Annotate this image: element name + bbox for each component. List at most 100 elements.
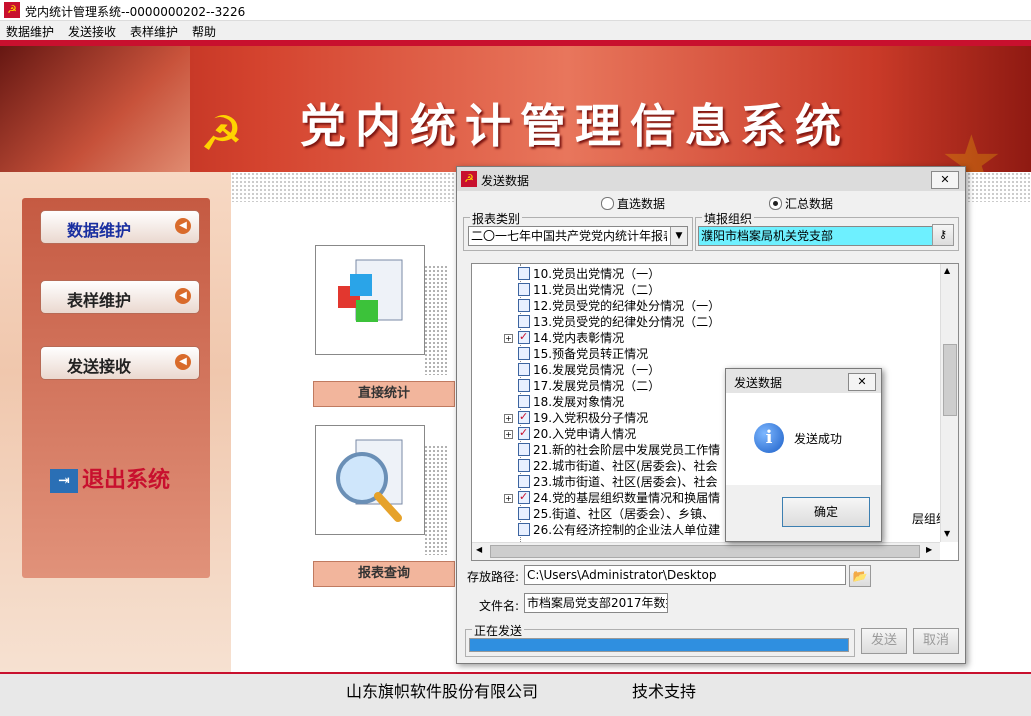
tile-shadow — [424, 265, 448, 375]
tree-checkbox[interactable] — [518, 315, 530, 328]
direct-statistics-button[interactable]: 直接统计 — [313, 381, 455, 407]
tile-shadow — [424, 445, 448, 555]
tree-item[interactable]: 17.发展党员情况（二） — [518, 378, 660, 394]
tree-item[interactable]: +19.入党积极分子情况 — [504, 409, 648, 426]
tree-checkbox[interactable] — [518, 443, 530, 456]
tech-support: 技术支持 — [632, 682, 697, 701]
tree-checkbox[interactable] — [518, 507, 530, 520]
tree-checkbox[interactable] — [518, 299, 530, 312]
tree-item[interactable]: +20.入党申请人情况 — [504, 425, 636, 442]
tree-checkbox[interactable] — [518, 459, 530, 472]
exit-system-button[interactable]: ⇥ 退出系统 — [50, 462, 170, 494]
scroll-right-icon[interactable]: ▶ — [926, 545, 932, 554]
filename-label: 文件名: — [479, 599, 520, 613]
send-button[interactable]: 发送 — [861, 628, 907, 654]
radio-label: 汇总数据 — [785, 197, 834, 211]
tree-item-label: 23.城市街道、社区(居委会)、社会 — [533, 475, 718, 489]
progress-fill — [470, 639, 848, 651]
banner-photo — [0, 46, 190, 172]
tree-checkbox[interactable] — [518, 395, 530, 408]
tree-item[interactable]: 10.党员出党情况（一） — [518, 266, 660, 282]
company-name: 山东旗帜软件股份有限公司 — [346, 682, 539, 701]
org-group: 填报组织 濮阳市档案局机关党支部 ⚷ — [695, 210, 959, 251]
tree-item[interactable]: 12.党员受党的纪律处分情况（一） — [518, 298, 720, 314]
tree-checkbox[interactable] — [518, 267, 530, 280]
tree-checkbox[interactable] — [518, 409, 530, 425]
tree-item[interactable]: +24.党的基层组织数量情况和换届情 — [504, 489, 720, 506]
nav-send-receive-button[interactable]: 发送接收 ◀ — [40, 346, 200, 380]
menu-template-maintenance[interactable]: 表样维护 — [130, 23, 178, 40]
tree-item[interactable]: 16.发展党员情况（一） — [518, 362, 660, 378]
banner-title: 党内统计管理信息系统 — [300, 99, 850, 153]
horizontal-scrollbar[interactable]: ◀ ▶ — [472, 542, 940, 560]
scroll-left-icon[interactable]: ◀ — [476, 545, 482, 554]
info-icon: i — [754, 423, 784, 453]
path-input[interactable]: C:\Users\Administrator\Desktop — [524, 565, 846, 585]
tree-checkbox[interactable] — [518, 425, 530, 441]
expand-icon[interactable]: + — [504, 430, 513, 439]
menu-help[interactable]: 帮助 — [192, 23, 216, 40]
expand-icon[interactable]: + — [504, 414, 513, 423]
tree-item-label: 14.党内表彰情况 — [533, 331, 625, 345]
scroll-thumb[interactable] — [943, 344, 957, 416]
report-type-label: 报表类别 — [470, 210, 523, 227]
nav-template-maintenance-button[interactable]: 表样维护 ◀ — [40, 280, 200, 314]
tree-item[interactable]: 15.预备党员转正情况 — [518, 346, 648, 362]
radio-direct-data[interactable] — [601, 197, 614, 210]
tree-item[interactable]: 21.新的社会阶层中发展党员工作情 — [518, 442, 720, 458]
tree-checkbox[interactable] — [518, 523, 530, 536]
ok-button[interactable]: 确定 — [782, 497, 870, 527]
tree-item[interactable]: 18.发展对象情况 — [518, 394, 624, 410]
radio-summary-data[interactable] — [769, 197, 782, 210]
tree-item[interactable]: 23.城市街道、社区(居委会)、社会 — [518, 474, 717, 490]
tree-item-label: 21.新的社会阶层中发展党员工作情 — [533, 443, 721, 457]
scroll-down-icon[interactable]: ▼ — [944, 529, 950, 538]
cancel-button[interactable]: 取消 — [913, 628, 959, 654]
footer: 山东旗帜软件股份有限公司 技术支持 — [0, 672, 1031, 716]
expand-icon[interactable]: + — [504, 494, 513, 503]
vertical-scrollbar[interactable]: ▲ ▼ — [940, 264, 958, 542]
tree-checkbox[interactable] — [518, 489, 530, 505]
scroll-up-icon[interactable]: ▲ — [944, 266, 950, 275]
nav-background — [22, 198, 210, 578]
tree-checkbox[interactable] — [518, 475, 530, 488]
tree-checkbox[interactable] — [518, 283, 530, 296]
hscroll-thumb[interactable] — [490, 545, 920, 558]
star-icon: ★ — [940, 120, 1003, 172]
tree-checkbox[interactable] — [518, 379, 530, 392]
folder-open-icon[interactable]: 📂 — [849, 565, 871, 587]
tree-checkbox[interactable] — [518, 329, 530, 345]
org-field[interactable]: 濮阳市档案局机关党支部 — [698, 226, 934, 246]
nav-label: 表样维护 — [67, 291, 132, 310]
report-query-button[interactable]: 报表查询 — [313, 561, 455, 587]
tree-item[interactable]: +14.党内表彰情况 — [504, 329, 625, 346]
tree-item-label: 26.公有经济控制的企业法人单位建 — [533, 523, 721, 537]
progress-label: 正在发送 — [472, 622, 525, 639]
filename-input[interactable]: 市档案局党支部2017年数据 — [524, 593, 668, 613]
report-type-group: 报表类别 二〇一七年中国共产党党内统计年报表 ▼ — [463, 210, 693, 251]
tree-checkbox[interactable] — [518, 363, 530, 376]
close-icon[interactable]: ✕ — [848, 373, 876, 391]
exit-label: 退出系统 — [82, 467, 171, 493]
menu-send-receive[interactable]: 发送接收 — [68, 23, 116, 40]
direct-statistics-tile[interactable] — [315, 245, 425, 355]
message-box-footer: 确定 — [726, 485, 881, 541]
tree-item-label: 22.城市街道、社区(居委会)、社会 — [533, 459, 718, 473]
chevron-down-icon[interactable]: ▼ — [670, 227, 687, 245]
tree-item-label: 17.发展党员情况（二） — [533, 379, 661, 393]
tree-item[interactable]: 11.党员出党情况（二） — [518, 282, 660, 298]
tree-item[interactable]: 22.城市街道、社区(居委会)、社会 — [518, 458, 717, 474]
tree-item[interactable]: 25.街道、社区（居委会）、乡镇、 — [518, 506, 714, 522]
close-icon[interactable]: ✕ — [931, 171, 959, 189]
window-title-bar: ☭ 党内统计管理系统--0000000202--3226 — [0, 0, 1031, 21]
report-query-tile[interactable] — [315, 425, 425, 535]
report-type-select[interactable]: 二〇一七年中国共产党党内统计年报表 ▼ — [468, 226, 688, 246]
tree-item[interactable]: 13.党员受党的纪律处分情况（二） — [518, 314, 720, 330]
expand-icon[interactable]: + — [504, 334, 513, 343]
org-picker-icon[interactable]: ⚷ — [932, 224, 954, 246]
menu-data-maintenance[interactable]: 数据维护 — [6, 23, 54, 40]
tree-item[interactable]: 26.公有经济控制的企业法人单位建 — [518, 522, 720, 538]
dialog-title: 发送数据 — [481, 174, 530, 188]
tree-checkbox[interactable] — [518, 347, 530, 360]
nav-data-maintenance-button[interactable]: 数据维护 ◀ — [40, 210, 200, 244]
